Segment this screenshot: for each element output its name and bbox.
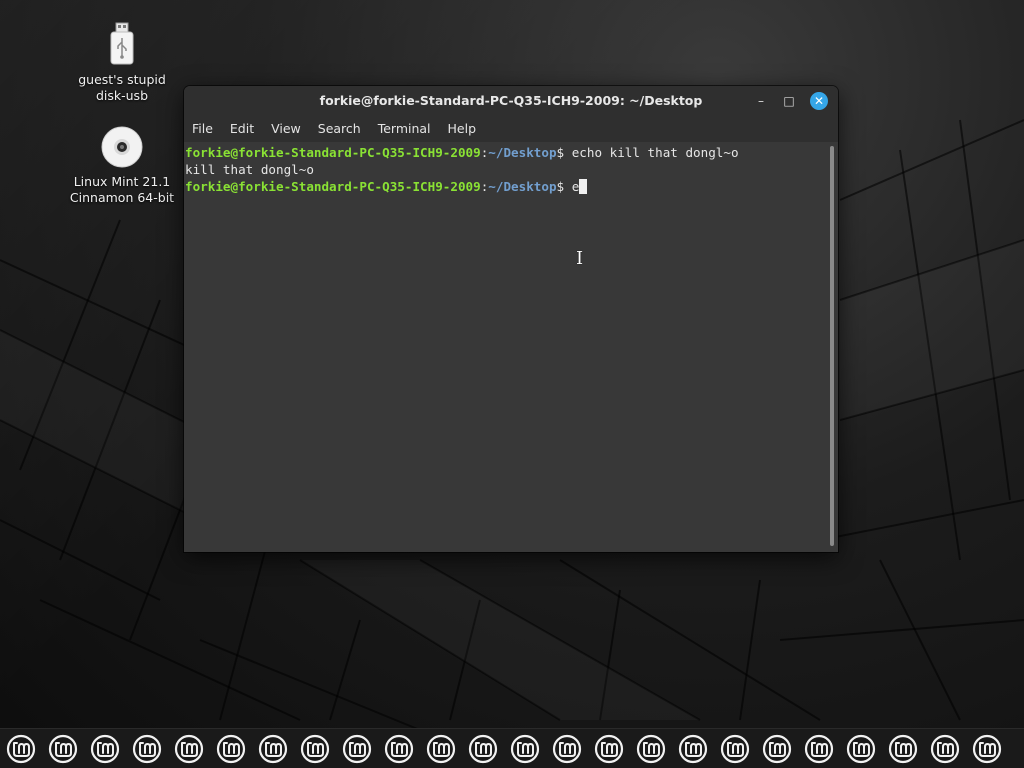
linux-mint-logo-icon <box>804 734 834 764</box>
mint-menu-button[interactable] <box>888 734 918 764</box>
desktop-icon-label: guest's stupid <box>78 72 166 87</box>
mint-menu-button[interactable] <box>426 734 456 764</box>
linux-mint-logo-icon <box>426 734 456 764</box>
mint-menu-button[interactable] <box>552 734 582 764</box>
linux-mint-logo-icon <box>468 734 498 764</box>
mint-menu-button[interactable] <box>930 734 960 764</box>
mint-menu-button[interactable] <box>90 734 120 764</box>
linux-mint-logo-icon <box>384 734 414 764</box>
prompt-path: ~/Desktop <box>488 179 557 194</box>
linux-mint-logo-icon <box>594 734 624 764</box>
linux-mint-logo-icon <box>132 734 162 764</box>
linux-mint-logo-icon <box>216 734 246 764</box>
desktop-icon-label: Cinnamon 64-bit <box>69 190 175 205</box>
prompt-user: forkie@forkie-Standard-PC-Q35-ICH9-2009 <box>185 179 481 194</box>
linux-mint-logo-icon <box>6 734 36 764</box>
linux-mint-logo-icon <box>342 734 372 764</box>
mint-menu-button[interactable] <box>342 734 372 764</box>
mint-menu-button[interactable] <box>594 734 624 764</box>
mint-menu-button[interactable] <box>804 734 834 764</box>
mint-menu-button[interactable] <box>846 734 876 764</box>
prompt-user: forkie@forkie-Standard-PC-Q35-ICH9-2009 <box>185 145 481 160</box>
desktop-icon-install-disc[interactable]: Linux Mint 21.1 Cinnamon 64-bit <box>62 126 182 206</box>
minimize-button[interactable]: – <box>752 92 770 110</box>
menu-help[interactable]: Help <box>448 116 477 142</box>
mint-menu-button[interactable] <box>720 734 750 764</box>
linux-mint-logo-icon <box>258 734 288 764</box>
mint-menu-button[interactable] <box>216 734 246 764</box>
command-input[interactable]: e <box>572 179 580 194</box>
window-title: forkie@forkie-Standard-PC-Q35-ICH9-2009:… <box>319 93 703 108</box>
window-titlebar[interactable]: forkie@forkie-Standard-PC-Q35-ICH9-2009:… <box>184 86 838 116</box>
linux-mint-logo-icon <box>90 734 120 764</box>
linux-mint-logo-icon <box>174 734 204 764</box>
linux-mint-logo-icon <box>720 734 750 764</box>
menu-terminal[interactable]: Terminal <box>378 116 431 142</box>
terminal-line: forkie@forkie-Standard-PC-Q35-ICH9-2009:… <box>185 178 838 195</box>
linux-mint-logo-icon <box>636 734 666 764</box>
command-text: echo kill that dongl~o <box>571 145 739 160</box>
linux-mint-logo-icon <box>48 734 78 764</box>
terminal-output-line: kill that dongl~o <box>185 162 314 177</box>
linux-mint-logo-icon <box>552 734 582 764</box>
prompt-symbol: $ <box>556 145 572 160</box>
desktop-icon-label: Linux Mint 21.1 <box>73 174 171 189</box>
mint-menu-button[interactable] <box>258 734 288 764</box>
linux-mint-logo-icon <box>300 734 330 764</box>
menu-edit[interactable]: Edit <box>230 116 254 142</box>
text-cursor <box>579 179 588 194</box>
linux-mint-logo-icon <box>846 734 876 764</box>
linux-mint-logo-icon <box>762 734 792 764</box>
linux-mint-logo-icon <box>888 734 918 764</box>
menu-bar: File Edit View Search Terminal Help <box>184 116 838 142</box>
linux-mint-logo-icon <box>678 734 708 764</box>
linux-mint-logo-icon <box>972 734 1002 764</box>
scrollbar[interactable] <box>830 146 834 546</box>
mint-menu-button[interactable] <box>384 734 414 764</box>
taskbar <box>0 728 1024 768</box>
mint-menu-button[interactable] <box>174 734 204 764</box>
mint-menu-button[interactable] <box>636 734 666 764</box>
linux-mint-logo-icon <box>510 734 540 764</box>
desktop-icon-label: disk-usb <box>95 88 149 103</box>
desktop-icon-usb-drive[interactable]: guest's stupid disk-usb <box>62 22 182 104</box>
mint-menu-button[interactable] <box>468 734 498 764</box>
mint-menu-button[interactable] <box>48 734 78 764</box>
desktop: guest's stupid disk-usb Linux Mint 21.1 … <box>0 0 1024 768</box>
mint-menu-button[interactable] <box>300 734 330 764</box>
close-button[interactable]: ✕ <box>810 92 828 110</box>
mint-menu-button[interactable] <box>762 734 792 764</box>
mint-menu-button[interactable] <box>132 734 162 764</box>
prompt-symbol: $ <box>556 179 572 194</box>
linux-mint-logo-icon <box>930 734 960 764</box>
mint-menu-button[interactable] <box>972 734 1002 764</box>
mouse-ibeam-cursor: I <box>576 248 584 269</box>
menu-view[interactable]: View <box>271 116 301 142</box>
mint-menu-button[interactable] <box>510 734 540 764</box>
mint-menu-button[interactable] <box>6 734 36 764</box>
maximize-button[interactable]: □ <box>780 92 798 110</box>
prompt-path: ~/Desktop <box>488 145 557 160</box>
mint-menu-button[interactable] <box>678 734 708 764</box>
terminal-line: forkie@forkie-Standard-PC-Q35-ICH9-2009:… <box>185 144 838 161</box>
terminal-output-area[interactable]: forkie@forkie-Standard-PC-Q35-ICH9-2009:… <box>184 142 838 552</box>
terminal-window[interactable]: forkie@forkie-Standard-PC-Q35-ICH9-2009:… <box>184 86 838 552</box>
menu-search[interactable]: Search <box>318 116 361 142</box>
usb-drive-icon <box>110 22 134 65</box>
optical-disc-icon <box>101 126 143 168</box>
menu-file[interactable]: File <box>192 116 213 142</box>
